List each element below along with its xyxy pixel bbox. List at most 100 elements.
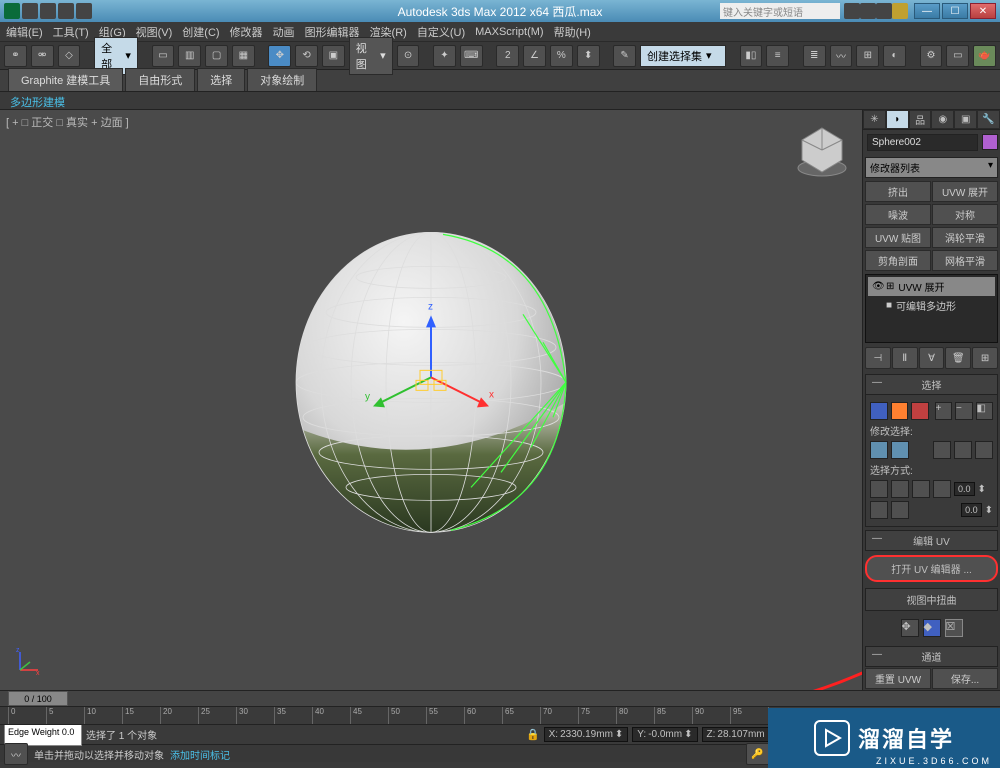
spinner-snap-icon[interactable]: ⬍ [577, 45, 600, 67]
reset-uvw-button[interactable]: 重置 UVW [865, 668, 931, 689]
menu-create[interactable]: 创建(C) [182, 24, 219, 40]
spinner-1[interactable]: 0.0 [954, 482, 975, 496]
menu-modifiers[interactable]: 修改器 [230, 24, 263, 40]
lock-selection-icon[interactable]: 🔒 [526, 728, 540, 741]
snap-percent-icon[interactable]: % [550, 45, 573, 67]
viewport[interactable]: [ + □ 正交 □ 真实 + 边面 ] [0, 110, 862, 690]
rollout-edit-uv[interactable]: 编辑 UV [865, 530, 998, 551]
unique-icon[interactable]: ∀ [919, 347, 945, 369]
selby-5-icon[interactable] [870, 501, 888, 519]
maximize-button[interactable]: ☐ [942, 3, 968, 19]
qat-undo-icon[interactable] [40, 3, 56, 19]
ribbon-tab-freeform[interactable]: 自由形式 [125, 68, 195, 91]
minimize-button[interactable]: — [914, 3, 940, 19]
selby-3-icon[interactable] [912, 480, 930, 498]
ignore-bf-icon[interactable] [975, 441, 993, 459]
manipulate-icon[interactable]: ✦ [433, 45, 456, 67]
preset-uvwmap[interactable]: UVW 贴图 [865, 227, 931, 248]
open-uv-editor-button[interactable]: 打开 UV 编辑器 ... [865, 555, 998, 582]
eye-icon[interactable]: 👁 [872, 281, 882, 291]
sel-minus-icon[interactable]: − [955, 402, 973, 420]
rendered-frame-icon[interactable]: ▭ [946, 45, 969, 67]
add-timetag[interactable]: 添加时间标记 [170, 747, 230, 762]
snap-2d-icon[interactable]: 2 [496, 45, 519, 67]
time-slider[interactable]: 0 / 100 [0, 691, 1000, 707]
selby-1-icon[interactable] [870, 480, 888, 498]
edit-selset-icon[interactable]: ✎ [613, 45, 636, 67]
grow-icon[interactable] [870, 441, 888, 459]
help-icon[interactable] [844, 3, 860, 19]
material-editor-icon[interactable]: ◐ [883, 45, 906, 67]
mirror-icon[interactable]: ▮▯ [740, 45, 763, 67]
menu-edit[interactable]: 编辑(E) [6, 24, 43, 40]
preset-meshsmooth[interactable]: 网格平滑 [932, 250, 998, 271]
signin-icon[interactable] [876, 3, 892, 19]
pin-stack-icon[interactable]: ⊣ [865, 347, 891, 369]
menu-animation[interactable]: 动画 [273, 24, 295, 40]
tweak-2-icon[interactable]: ◆ [923, 619, 941, 637]
search-box[interactable]: 键入关键字或短语 [720, 3, 840, 19]
rect-region-icon[interactable]: ▢ [205, 45, 228, 67]
modifier-list-dropdown[interactable]: 修改器列表 ▾ [865, 157, 998, 178]
modify-tab-icon[interactable]: ◗ [886, 110, 909, 129]
modifier-stack[interactable]: 👁 ⊞ UVW 展开 ■ 可编辑多边形 [865, 274, 998, 343]
ref-coord-dropdown[interactable]: 视图 ▾ [349, 37, 393, 75]
selby-4-icon[interactable] [933, 480, 951, 498]
layers-icon[interactable]: ≣ [803, 45, 826, 67]
shrink-icon[interactable] [891, 441, 909, 459]
ribbon-panel-label[interactable]: 多边形建模 [0, 92, 1000, 110]
preset-turbo[interactable]: 涡轮平滑 [932, 227, 998, 248]
link-icon[interactable]: ⚭ [4, 45, 27, 67]
curve-editor-icon[interactable]: 〰 [830, 45, 853, 67]
tweak-3-icon[interactable]: ☒ [945, 619, 963, 637]
viewport-label[interactable]: [ + □ 正交 □ 真实 + 边面 ] [6, 114, 129, 130]
preset-extrude[interactable]: 挤出 [865, 181, 931, 202]
remove-mod-icon[interactable]: 🗑 [945, 347, 971, 369]
object-sphere[interactable]: z x y [271, 222, 591, 545]
object-name-field[interactable]: Sphere002 [867, 134, 978, 151]
coord-x[interactable]: X:2330.19mm⬍ [544, 727, 629, 742]
distort-view-button[interactable]: 视图中扭曲 [865, 588, 998, 611]
selby-6-icon[interactable] [891, 501, 909, 519]
render-setup-icon[interactable]: ⚙ [920, 45, 943, 67]
pivot-icon[interactable]: ⊙ [397, 45, 420, 67]
align-icon[interactable]: ≡ [766, 45, 789, 67]
qat-link-icon[interactable] [76, 3, 92, 19]
select-rotate-icon[interactable]: ⟲ [295, 45, 318, 67]
object-color-swatch[interactable] [982, 134, 998, 150]
tweak-1-icon[interactable]: ✥ [901, 619, 919, 637]
selby-2-icon[interactable] [891, 480, 909, 498]
preset-noise[interactable]: 噪波 [865, 204, 931, 225]
rollout-selection[interactable]: 选择 [865, 374, 998, 395]
spinner-2[interactable]: 0.0 [961, 503, 982, 517]
face-so-icon[interactable] [911, 402, 929, 420]
named-selset-dropdown[interactable]: 创建选择集 ▾ [640, 45, 726, 67]
unlink-icon[interactable]: ⚮ [31, 45, 54, 67]
select-name-icon[interactable]: ▥ [178, 45, 201, 67]
motion-tab-icon[interactable]: ◉ [931, 110, 954, 129]
qat-redo-icon[interactable] [58, 3, 74, 19]
bind-icon[interactable]: ◇ [58, 45, 81, 67]
configure-icon[interactable]: ⊞ [972, 347, 998, 369]
keyboard-shortcut-icon[interactable]: ⌨ [460, 45, 483, 67]
hierarchy-tab-icon[interactable]: 品 [909, 110, 932, 129]
mini-curve-icon[interactable]: 〰 [4, 743, 28, 765]
show-end-icon[interactable]: Ⅱ [892, 347, 918, 369]
window-crossing-icon[interactable]: ▦ [232, 45, 255, 67]
qat-save-icon[interactable] [22, 3, 38, 19]
ribbon-tab-graphite[interactable]: Graphite 建模工具 [8, 68, 123, 91]
coord-y[interactable]: Y:-0.0mm⬍ [632, 727, 697, 742]
menu-customize[interactable]: 自定义(U) [417, 24, 465, 40]
close-button[interactable]: ✕ [970, 3, 996, 19]
vertex-so-icon[interactable] [870, 402, 888, 420]
viewcube[interactable] [792, 120, 852, 180]
select-scale-icon[interactable]: ▣ [322, 45, 345, 67]
save-button[interactable]: 保存... [932, 668, 998, 689]
menu-help[interactable]: 帮助(H) [554, 24, 591, 40]
menu-maxscript[interactable]: MAXScript(M) [475, 26, 543, 38]
menu-views[interactable]: 视图(V) [136, 24, 173, 40]
preset-symmetry[interactable]: 对称 [932, 204, 998, 225]
ribbon-tab-selection[interactable]: 选择 [197, 68, 245, 91]
snap-angle-icon[interactable]: ∠ [523, 45, 546, 67]
menu-tools[interactable]: 工具(T) [53, 24, 89, 40]
